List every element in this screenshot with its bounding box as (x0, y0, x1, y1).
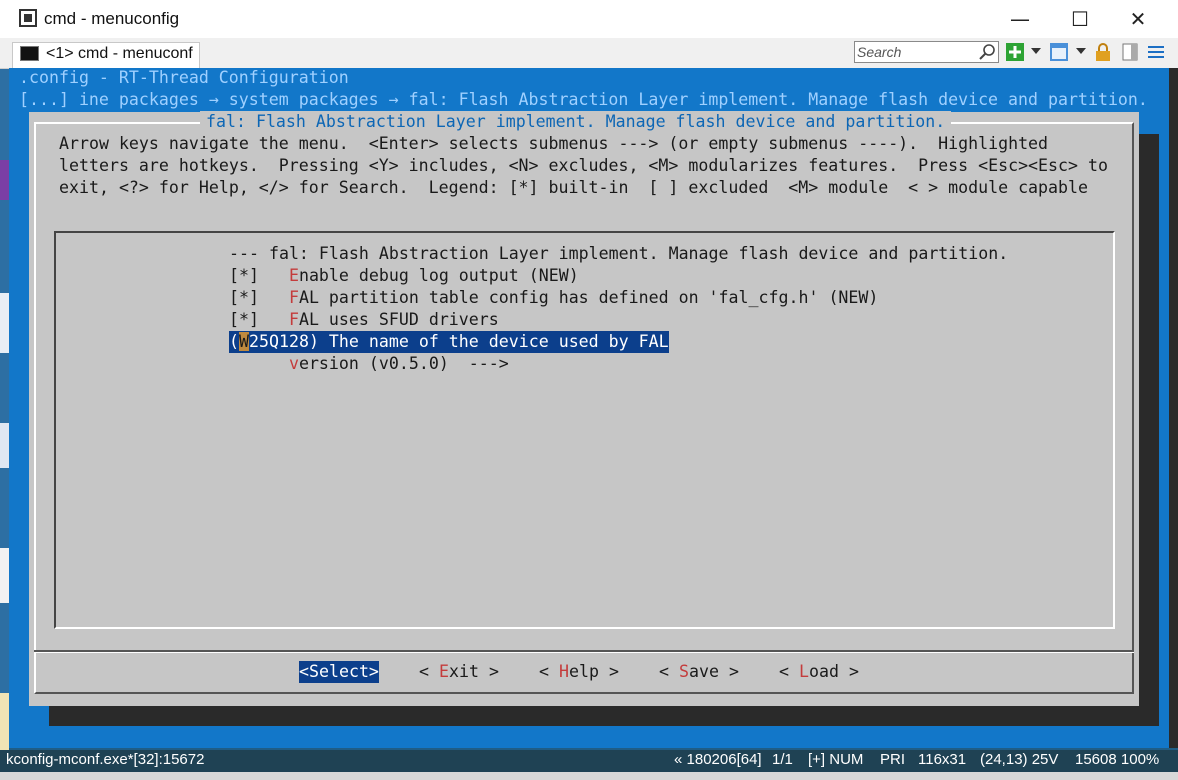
status-buffer: « 180206[64] (674, 751, 762, 768)
status-bar: kconfig-mconf.exe*[32]:15672 « 180206[64… (0, 750, 1178, 772)
menu-icon[interactable] (1147, 43, 1165, 61)
button-bracket: < (659, 662, 679, 681)
window-title: cmd - menuconfig (44, 9, 180, 28)
console-app-icon (19, 9, 37, 27)
scrollbar-toggle-icon[interactable] (1121, 43, 1139, 61)
menu-item-label: ersion (v0.5.0) ---> (298, 354, 509, 373)
menu-item-hotkey: E (288, 266, 299, 285)
menu-item-hotkey: F (288, 310, 299, 329)
button-bracket: < (419, 662, 439, 681)
menu-item-checkbox: [*] (229, 310, 289, 329)
split-view-icon[interactable] (1050, 43, 1068, 61)
desktop-icon (0, 160, 9, 200)
help-text-line: letters are hotkeys. Pressing <Y> includ… (59, 156, 1108, 175)
button-label: oad > (808, 662, 859, 681)
desktop-icon (0, 693, 9, 753)
console-tab-icon (20, 46, 39, 61)
terminal-scrollbar[interactable] (1169, 68, 1178, 748)
menu-item-debug-log[interactable]: [*] Enable debug log output (NEW) (229, 265, 579, 287)
search-input[interactable] (857, 43, 975, 61)
search-icon[interactable] (978, 43, 996, 61)
split-view-dropdown-icon[interactable] (1076, 48, 1086, 54)
menu-item-checkbox: [*] (229, 288, 289, 307)
button-bracket: < (539, 662, 559, 681)
help-text-line: exit, <?> for Help, </> for Search. Lege… (59, 178, 1088, 197)
help-text-line: Arrow keys navigate the menu. <Enter> se… (59, 134, 1049, 153)
button-label: ave > (688, 662, 739, 681)
menu-item-label: 25Q128) The name of the device used by F… (249, 332, 669, 351)
text-cursor: W (239, 332, 249, 351)
breadcrumb: [...] ine packages → system packages → f… (19, 90, 1148, 109)
exit-button[interactable]: < Exit > (419, 661, 499, 683)
menu-item-paren: ( (229, 332, 239, 351)
menu-item-partition-table[interactable]: [*] FAL partition table config has defin… (229, 287, 878, 309)
status-cursor-position: (24,13) 25V (980, 751, 1059, 768)
save-button[interactable]: < Save > (659, 661, 739, 683)
button-label: elp > (568, 662, 619, 681)
dialog-title: fal: Flash Abstraction Layer implement. … (200, 111, 952, 133)
button-bracket: < (779, 662, 799, 681)
menu-item-label: AL uses SFUD drivers (298, 310, 499, 329)
button-hotkey: S (678, 662, 689, 681)
desktop-icon (0, 423, 9, 468)
menu-item-label: AL partition table config has defined on… (298, 288, 879, 307)
menu-item-checkbox: [*] (229, 266, 289, 285)
menu-item-version[interactable]: version (v0.5.0) ---> (229, 353, 509, 375)
select-button[interactable]: <Select> (299, 661, 379, 683)
status-pid: 15608 100% (1075, 751, 1160, 768)
status-process: kconfig-mconf.exe*[32]:15672 (6, 751, 205, 768)
menu-item-indent (229, 354, 289, 373)
button-hotkey: L (798, 662, 809, 681)
desktop-icon (0, 548, 9, 603)
desktop-strip (0, 68, 9, 780)
config-title: .config - RT-Thread Configuration (19, 68, 349, 87)
minimize-button[interactable]: — (990, 0, 1050, 38)
menu-item-hotkey: F (288, 288, 299, 307)
status-size: 116x31 (918, 751, 967, 768)
help-button[interactable]: < Help > (539, 661, 619, 683)
new-console-dropdown-icon[interactable] (1031, 48, 1041, 54)
new-console-icon[interactable] (1006, 43, 1024, 61)
button-label: xit > (448, 662, 499, 681)
desktop-icon (0, 293, 9, 353)
maximize-button[interactable]: ☐ (1050, 0, 1110, 38)
menu-item-sfud-drivers[interactable]: [*] FAL uses SFUD drivers (229, 309, 499, 331)
button-hotkey: H (558, 662, 569, 681)
console-tab-label: <1> cmd - menuconf (46, 45, 193, 62)
status-mode: [+] NUM (808, 751, 864, 768)
button-hotkey: E (438, 662, 449, 681)
button-separator (34, 650, 1134, 653)
taskbar (0, 772, 1178, 780)
menu-item-label: nable debug log output (NEW) (298, 266, 579, 285)
status-priority: PRI (880, 751, 906, 768)
load-button[interactable]: < Load > (779, 661, 859, 683)
lock-icon[interactable] (1094, 43, 1112, 61)
close-button[interactable]: ✕ (1108, 0, 1168, 38)
status-page: 1/1 (772, 751, 793, 768)
menu-item-hotkey: v (288, 354, 299, 373)
search-box[interactable] (854, 41, 999, 63)
menu-header: --- fal: Flash Abstraction Layer impleme… (229, 244, 1009, 263)
menu-item-device-name-selected[interactable]: (W25Q128) The name of the device used by… (229, 331, 669, 353)
